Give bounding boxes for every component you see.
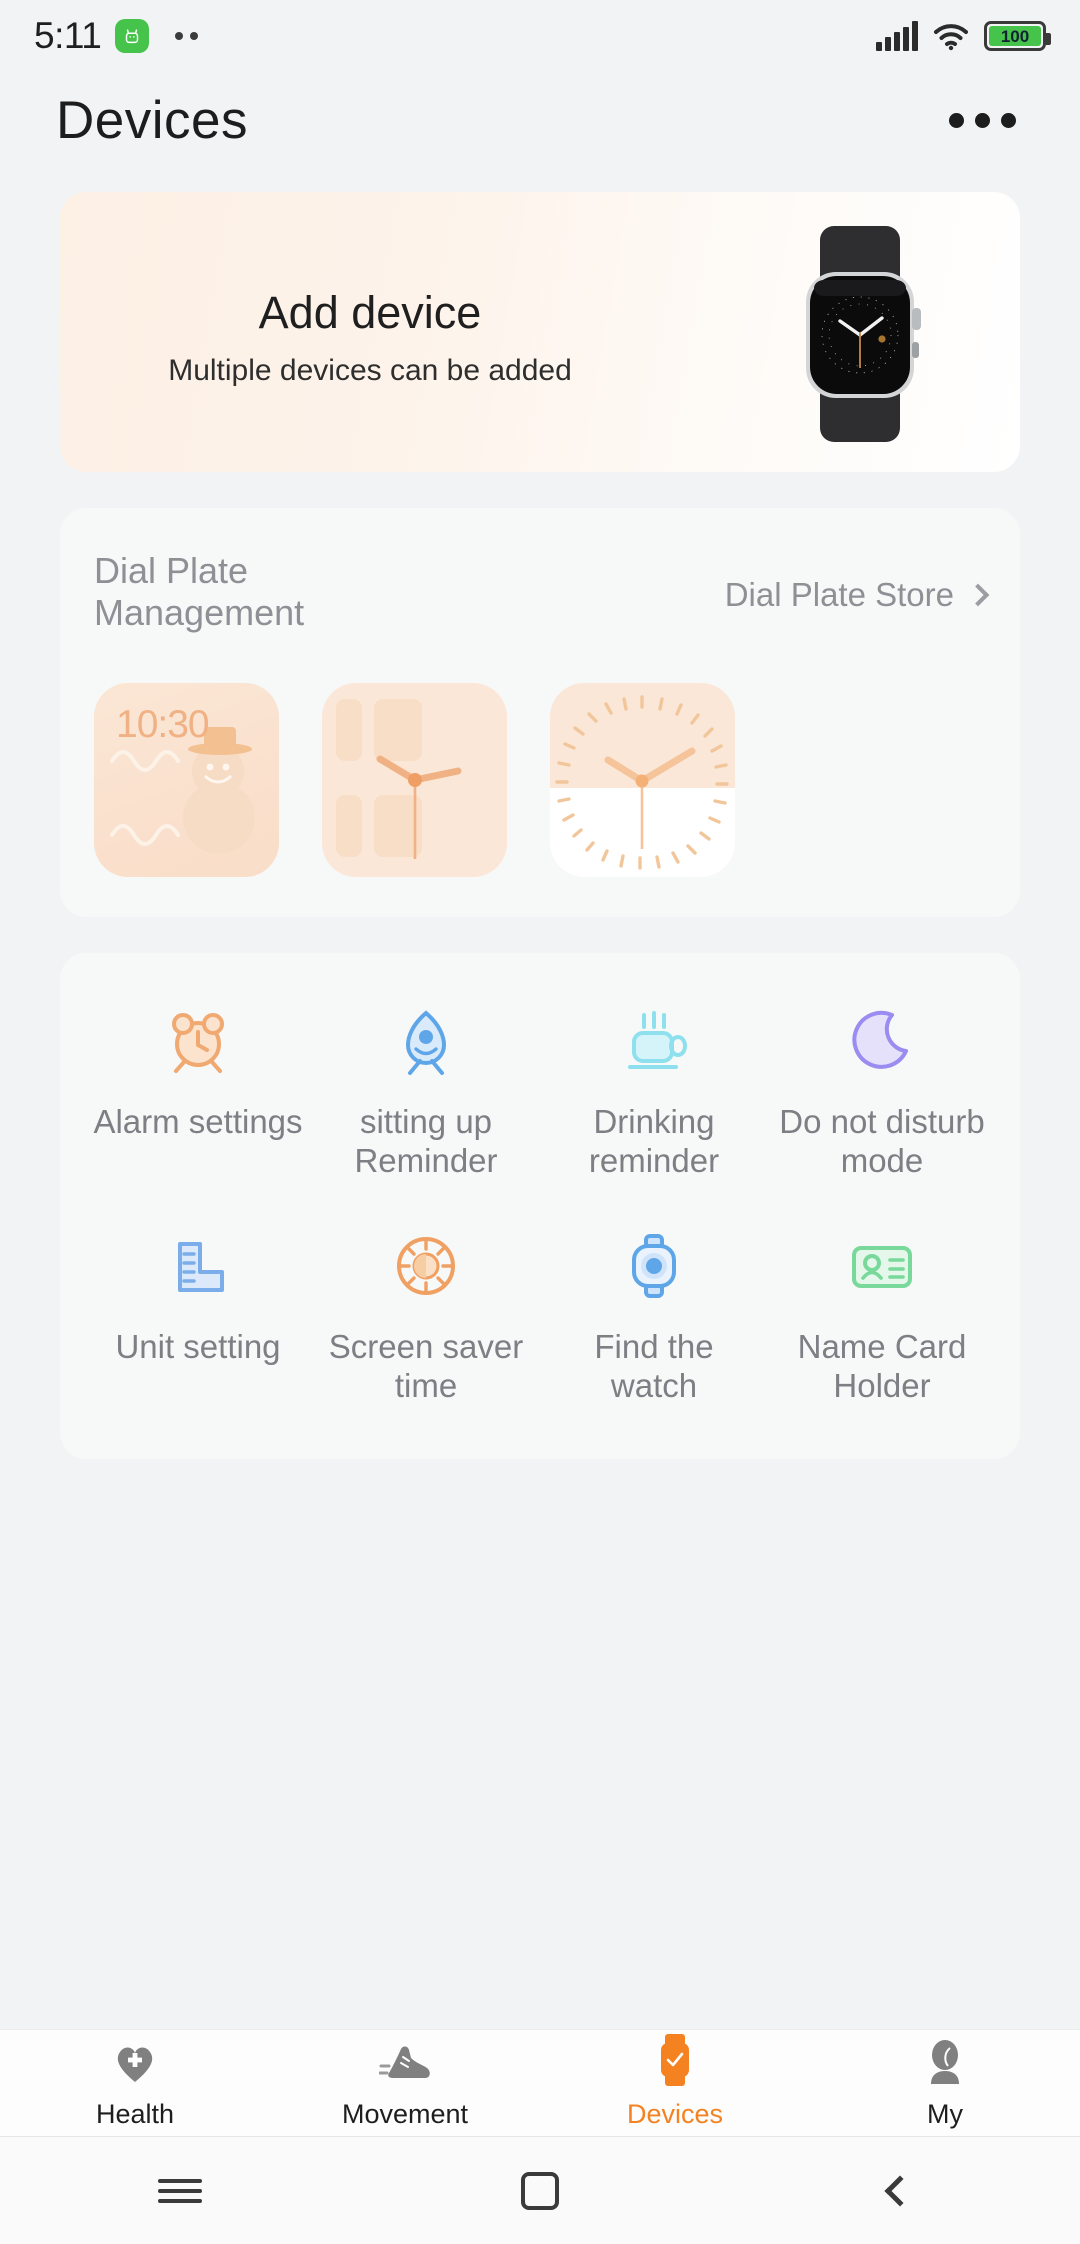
- system-menu-button[interactable]: [0, 2173, 360, 2209]
- home-square-icon: [521, 2171, 559, 2210]
- notification-dots: [175, 32, 199, 40]
- system-navigation-bar: [0, 2136, 1080, 2244]
- chevron-right-icon: [966, 583, 990, 607]
- feature-unit-setting[interactable]: Unit setting: [84, 1224, 312, 1405]
- teacup-icon: [618, 999, 690, 1083]
- system-home-button[interactable]: [360, 2171, 720, 2210]
- add-device-text: Add device Multiple devices can be added: [60, 288, 680, 388]
- dial-plate-thumbnails: 10:30: [94, 682, 986, 877]
- running-shoe-icon: [379, 2036, 431, 2086]
- nav-item-devices[interactable]: Devices: [540, 2034, 810, 2130]
- dial-plate-store-label: Dial Plate Store: [724, 576, 954, 613]
- feature-find-the-watch[interactable]: Find the watch: [540, 1224, 768, 1405]
- nav-item-my[interactable]: My: [810, 2036, 1080, 2130]
- ruler-icon: [162, 1224, 234, 1308]
- watch-face-time: 10:30: [116, 702, 210, 746]
- feature-label: Name Card Holder: [797, 1328, 967, 1404]
- dial-plate-title: Dial Plate Management: [94, 550, 305, 634]
- feature-screen-saver-time[interactable]: Screen saver time: [312, 1224, 540, 1405]
- wifi-icon: [934, 24, 968, 51]
- android-robot-icon: [115, 19, 150, 53]
- feature-label: sitting up Reminder: [354, 1102, 498, 1179]
- feature-name-card-holder[interactable]: Name Card Holder: [768, 1224, 996, 1405]
- cellular-signal-icon: [876, 21, 918, 51]
- status-time: 5:11: [34, 15, 102, 56]
- digits-clock-illustration: [336, 698, 462, 859]
- feature-do-not-disturb[interactable]: Do not disturb mode: [768, 999, 996, 1180]
- nav-label: Movement: [341, 2099, 469, 2129]
- nav-label: Devices: [626, 2099, 724, 2129]
- device-features-card: Alarm settings sitting up Reminder Drink…: [60, 952, 1020, 1460]
- feature-alarm-settings[interactable]: Alarm settings: [84, 999, 312, 1180]
- feature-label: Find the watch: [594, 1328, 714, 1404]
- nav-label: Health: [95, 2099, 175, 2129]
- battery-icon: 100: [984, 21, 1051, 51]
- snowman-watch-face[interactable]: 10:30: [94, 682, 279, 877]
- battery-level: 100: [1000, 26, 1030, 46]
- dial-plate-store-link[interactable]: Dial Plate Store: [724, 550, 990, 614]
- sitting-up-icon: [390, 999, 462, 1083]
- ticks-clock-illustration: [555, 695, 729, 870]
- feature-label: Screen saver time: [328, 1328, 524, 1404]
- add-device-card[interactable]: Add device Multiple devices can be added: [60, 192, 1020, 472]
- nav-item-health[interactable]: Health: [0, 2036, 270, 2130]
- feature-sitting-up-reminder[interactable]: sitting up Reminder: [312, 999, 540, 1180]
- feature-label: Drinking reminder: [588, 1102, 720, 1179]
- ticks-analog-watch-face[interactable]: [550, 682, 735, 877]
- brightness-sun-icon: [390, 1224, 462, 1308]
- watch-check-icon: [655, 2034, 695, 2086]
- feature-drinking-reminder[interactable]: Drinking reminder: [540, 999, 768, 1180]
- dial-plate-card: Dial Plate Management Dial Plate Store 1…: [60, 508, 1020, 917]
- heart-plus-icon: [112, 2036, 158, 2086]
- bottom-navigation: Health Movement Devices My: [0, 2029, 1080, 2136]
- feature-label: Unit setting: [115, 1328, 281, 1366]
- alarm-clock-icon: [162, 999, 234, 1083]
- app-header: Devices: [0, 72, 1080, 168]
- page-scroll-area: Add device Multiple devices can be added…: [0, 168, 1080, 2029]
- add-device-title: Add device: [258, 287, 482, 338]
- watch-locate-icon: [618, 1224, 690, 1308]
- status-indicators: 100: [876, 21, 1051, 51]
- back-chevron-icon: [884, 2174, 916, 2207]
- status-bar: 5:11 100: [0, 0, 1080, 72]
- person-icon: [922, 2036, 968, 2086]
- feature-label: Alarm settings: [93, 1102, 303, 1140]
- device-features-grid: Alarm settings sitting up Reminder Drink…: [84, 999, 996, 1405]
- dial-plate-header: Dial Plate Management Dial Plate Store: [94, 550, 990, 635]
- menu-icon: [158, 2173, 202, 2209]
- crescent-moon-icon: [846, 999, 918, 1083]
- more-options-icon[interactable]: [941, 95, 1024, 146]
- smartwatch-photo: [806, 226, 921, 442]
- nav-item-movement[interactable]: Movement: [270, 2036, 540, 2130]
- id-card-icon: [846, 1224, 918, 1308]
- nav-label: My: [927, 2099, 963, 2129]
- digits-analog-watch-face[interactable]: [322, 682, 507, 877]
- page-title: Devices: [56, 90, 249, 150]
- add-device-subtitle: Multiple devices can be added: [168, 353, 572, 387]
- system-back-button[interactable]: [720, 2174, 1080, 2207]
- feature-label: Do not disturb mode: [779, 1102, 985, 1179]
